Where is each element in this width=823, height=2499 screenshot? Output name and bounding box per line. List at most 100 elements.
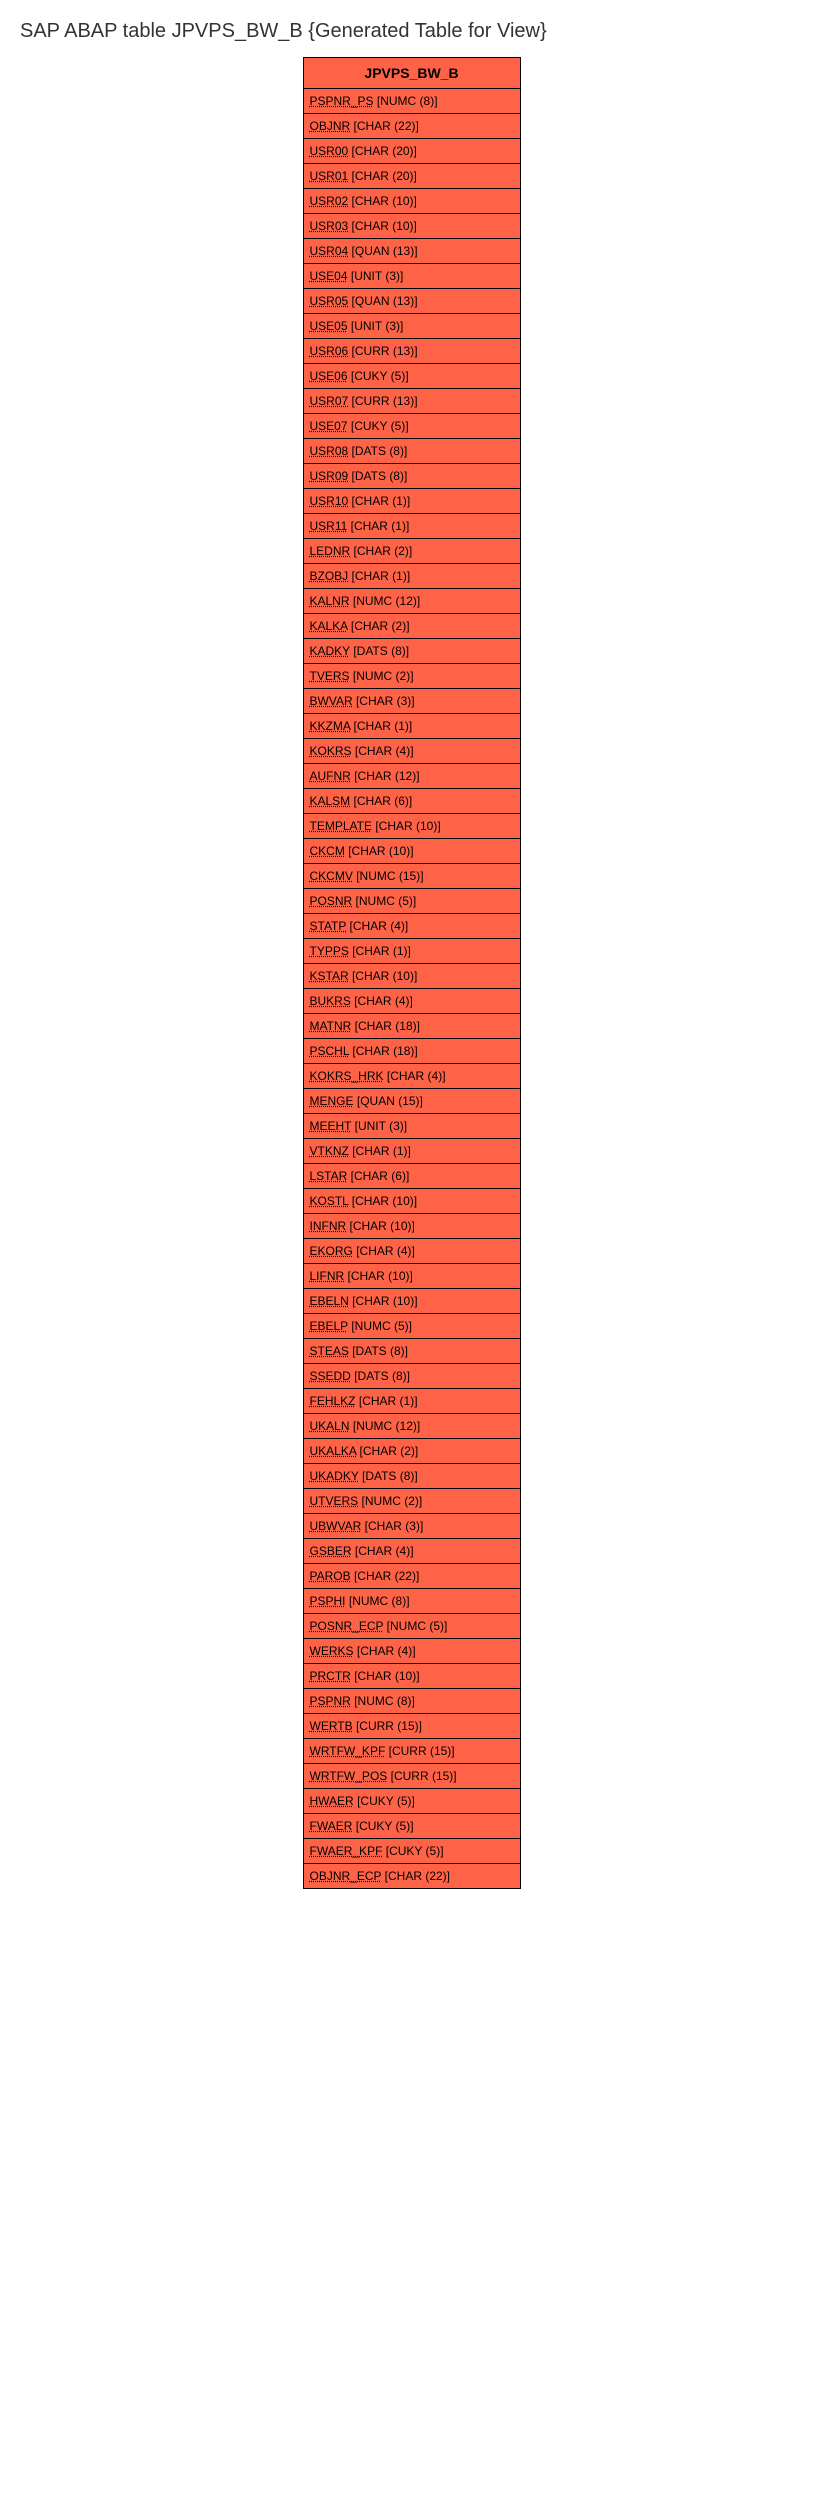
field-name-link[interactable]: MEEHT bbox=[310, 1119, 352, 1133]
field-name-link[interactable]: USE07 bbox=[310, 419, 348, 433]
field-name-link[interactable]: USR03 bbox=[310, 219, 349, 233]
field-type: [CURR (15)] bbox=[391, 1769, 457, 1783]
field-name-link[interactable]: TEMPLATE bbox=[310, 819, 372, 833]
field-name-link[interactable]: KALKA bbox=[310, 619, 348, 633]
field-name-link[interactable]: KSTAR bbox=[310, 969, 349, 983]
field-name-link[interactable]: CKCM bbox=[310, 844, 345, 858]
field-name-link[interactable]: UBWVAR bbox=[310, 1519, 362, 1533]
field-name-link[interactable]: KKZMA bbox=[310, 719, 351, 733]
field-name-link[interactable]: STATP bbox=[310, 919, 347, 933]
field-name-link[interactable]: LSTAR bbox=[310, 1169, 348, 1183]
field-name-link[interactable]: USE06 bbox=[310, 369, 348, 383]
field-cell: TVERS [NUMC (2)] bbox=[303, 664, 520, 689]
field-type: [CHAR (1)] bbox=[352, 944, 411, 958]
field-cell: OBJNR [CHAR (22)] bbox=[303, 114, 520, 139]
field-name-link[interactable]: USR07 bbox=[310, 394, 349, 408]
field-name-link[interactable]: AUFNR bbox=[310, 769, 351, 783]
field-name-link[interactable]: TYPPS bbox=[310, 944, 349, 958]
field-cell: USR02 [CHAR (10)] bbox=[303, 189, 520, 214]
field-cell: USE04 [UNIT (3)] bbox=[303, 264, 520, 289]
field-name-link[interactable]: CKCMV bbox=[310, 869, 353, 883]
field-name-link[interactable]: USR01 bbox=[310, 169, 349, 183]
field-name-link[interactable]: EBELN bbox=[310, 1294, 349, 1308]
field-name-link[interactable]: PRCTR bbox=[310, 1669, 351, 1683]
table-row: WRTFW_KPF [CURR (15)] bbox=[303, 1739, 520, 1764]
table-row: HWAER [CUKY (5)] bbox=[303, 1789, 520, 1814]
field-name-link[interactable]: USR09 bbox=[310, 469, 349, 483]
field-type: [CHAR (4)] bbox=[355, 744, 414, 758]
field-name-link[interactable]: PSPNR bbox=[310, 1694, 351, 1708]
field-cell: USR01 [CHAR (20)] bbox=[303, 164, 520, 189]
table-row: PSPHI [NUMC (8)] bbox=[303, 1589, 520, 1614]
field-name-link[interactable]: STEAS bbox=[310, 1344, 349, 1358]
field-name-link[interactable]: USE05 bbox=[310, 319, 348, 333]
field-name-link[interactable]: FWAER_KPF bbox=[310, 1844, 383, 1858]
field-type: [NUMC (5)] bbox=[387, 1619, 448, 1633]
field-name-link[interactable]: VTKNZ bbox=[310, 1144, 349, 1158]
field-name-link[interactable]: USR11 bbox=[310, 519, 348, 533]
field-name-link[interactable]: USR06 bbox=[310, 344, 349, 358]
field-name-link[interactable]: INFNR bbox=[310, 1219, 347, 1233]
field-name-link[interactable]: PAROB bbox=[310, 1569, 351, 1583]
field-name-link[interactable]: KALSM bbox=[310, 794, 351, 808]
field-name-link[interactable]: POSNR_ECP bbox=[310, 1619, 384, 1633]
table-row: FWAER_KPF [CUKY (5)] bbox=[303, 1839, 520, 1864]
field-name-link[interactable]: UKALN bbox=[310, 1419, 350, 1433]
field-name-link[interactable]: UKADKY bbox=[310, 1469, 359, 1483]
field-cell: BUKRS [CHAR (4)] bbox=[303, 989, 520, 1014]
field-name-link[interactable]: OBJNR_ECP bbox=[310, 1869, 382, 1883]
table-row: UTVERS [NUMC (2)] bbox=[303, 1489, 520, 1514]
field-name-link[interactable]: PSPNR_PS bbox=[310, 94, 374, 108]
field-name-link[interactable]: GSBER bbox=[310, 1544, 352, 1558]
field-name-link[interactable]: KALNR bbox=[310, 594, 350, 608]
field-name-link[interactable]: FEHLKZ bbox=[310, 1394, 356, 1408]
field-type: [CURR (13)] bbox=[352, 344, 418, 358]
field-name-link[interactable]: WERKS bbox=[310, 1644, 354, 1658]
field-name-link[interactable]: EBELP bbox=[310, 1319, 348, 1333]
field-name-link[interactable]: MATNR bbox=[310, 1019, 352, 1033]
field-name-link[interactable]: USR05 bbox=[310, 294, 349, 308]
field-name-link[interactable]: BUKRS bbox=[310, 994, 351, 1008]
field-type: [CHAR (1)] bbox=[359, 1394, 418, 1408]
field-type: [CHAR (1)] bbox=[352, 494, 411, 508]
field-name-link[interactable]: KOSTL bbox=[310, 1194, 349, 1208]
table-row: BZOBJ [CHAR (1)] bbox=[303, 564, 520, 589]
field-name-link[interactable]: PSPHI bbox=[310, 1594, 346, 1608]
field-name-link[interactable]: FWAER bbox=[310, 1819, 353, 1833]
field-name-link[interactable]: WRTFW_KPF bbox=[310, 1744, 386, 1758]
field-cell: UTVERS [NUMC (2)] bbox=[303, 1489, 520, 1514]
field-name-link[interactable]: HWAER bbox=[310, 1794, 354, 1808]
field-cell: USE05 [UNIT (3)] bbox=[303, 314, 520, 339]
field-name-link[interactable]: SSEDD bbox=[310, 1369, 351, 1383]
field-name-link[interactable]: LEDNR bbox=[310, 544, 351, 558]
field-name-link[interactable]: MENGE bbox=[310, 1094, 354, 1108]
field-cell: USR07 [CURR (13)] bbox=[303, 389, 520, 414]
field-name-link[interactable]: USR02 bbox=[310, 194, 349, 208]
field-name-link[interactable]: LIFNR bbox=[310, 1269, 345, 1283]
field-name-link[interactable]: USR04 bbox=[310, 244, 349, 258]
field-name-link[interactable]: WRTFW_POS bbox=[310, 1769, 388, 1783]
field-name-link[interactable]: TVERS bbox=[310, 669, 350, 683]
field-type: [CHAR (20)] bbox=[352, 169, 417, 183]
field-name-link[interactable]: POSNR bbox=[310, 894, 353, 908]
field-name-link[interactable]: USR00 bbox=[310, 144, 349, 158]
field-name-link[interactable]: WERTB bbox=[310, 1719, 353, 1733]
field-name-link[interactable]: USR08 bbox=[310, 444, 349, 458]
field-name-link[interactable]: USR10 bbox=[310, 494, 349, 508]
field-type: [CHAR (4)] bbox=[355, 1544, 414, 1558]
field-name-link[interactable]: KOKRS_HRK bbox=[310, 1069, 384, 1083]
field-name-link[interactable]: BZOBJ bbox=[310, 569, 349, 583]
field-cell: EBELN [CHAR (10)] bbox=[303, 1289, 520, 1314]
field-cell: KKZMA [CHAR (1)] bbox=[303, 714, 520, 739]
field-name-link[interactable]: PSCHL bbox=[310, 1044, 350, 1058]
field-name-link[interactable]: KOKRS bbox=[310, 744, 352, 758]
field-cell: TEMPLATE [CHAR (10)] bbox=[303, 814, 520, 839]
field-name-link[interactable]: EKORG bbox=[310, 1244, 353, 1258]
field-name-link[interactable]: UTVERS bbox=[310, 1494, 359, 1508]
field-name-link[interactable]: OBJNR bbox=[310, 119, 351, 133]
field-type: [CHAR (4)] bbox=[387, 1069, 446, 1083]
field-name-link[interactable]: UKALKA bbox=[310, 1444, 357, 1458]
field-name-link[interactable]: BWVAR bbox=[310, 694, 353, 708]
field-name-link[interactable]: KADKY bbox=[310, 644, 350, 658]
field-name-link[interactable]: USE04 bbox=[310, 269, 348, 283]
